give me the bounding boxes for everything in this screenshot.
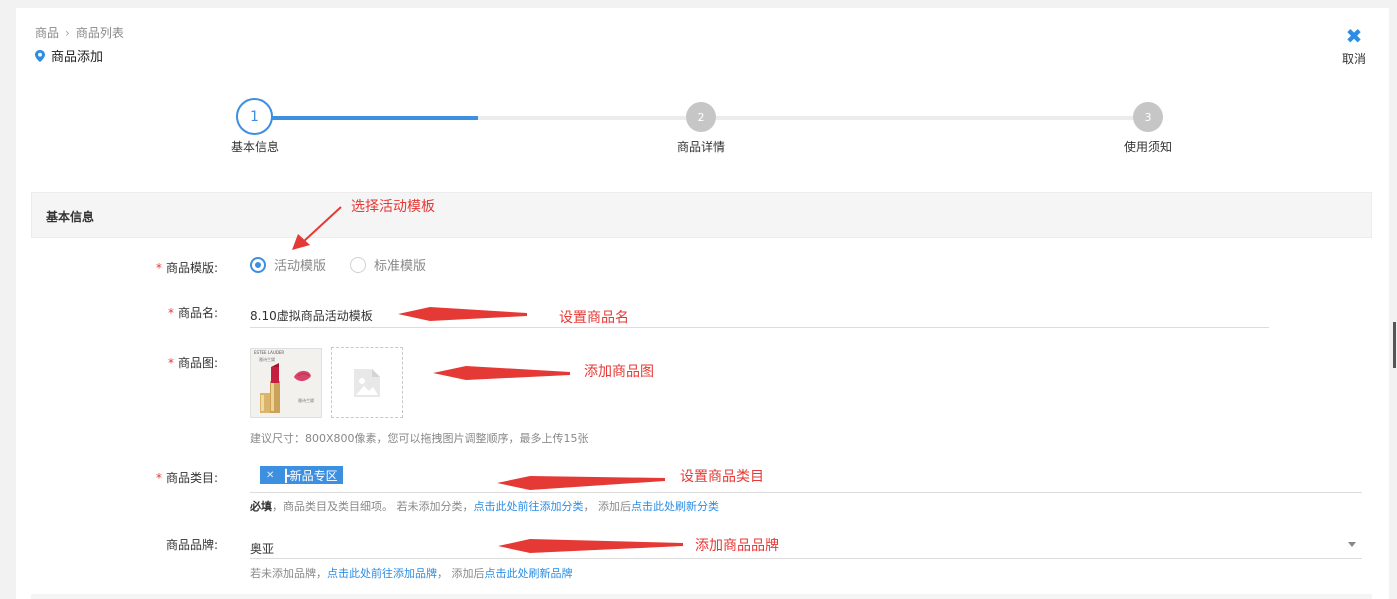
template-radio-standard[interactable]: 标准模版 [350,255,426,274]
thumb-brand-sub: 雅诗兰黛 [259,357,275,362]
category-tag: ✕ ┣新品专区 [260,466,343,484]
required-marker: * [167,306,174,320]
thumb-brand-top: ESTEE LAUDER [254,350,285,355]
step-1-label: 基本信息 [230,140,280,154]
cancel-button[interactable]: ✖ 取消 [1338,26,1370,67]
refresh-category-link[interactable]: 点击此处刷新分类 [631,500,719,513]
required-marker: * [167,356,174,370]
breadcrumb: 商品 › 商品列表 [35,24,124,41]
radio-checked-icon [250,256,266,273]
brand-select[interactable]: 奥亚 [250,536,1362,559]
step-1-circle: 1 [236,98,273,135]
location-pin-icon [35,49,45,62]
template-radio-activity[interactable]: 活动模版 [250,255,326,274]
category-label-text: 商品类目: [165,471,218,485]
image-placeholder-icon [354,368,380,397]
section-header: 基本信息 [31,192,1372,238]
step-3-circle: 3 [1133,102,1163,132]
category-tag-text: ┣新品专区 [282,468,338,483]
image-label-text: 商品图: [177,356,218,370]
image-size-hint: 建议尺寸：800X800像素，您可以拖拽图片调整顺序，最多上传15张 [250,432,589,445]
tag-remove-icon[interactable]: ✕ [266,470,274,481]
product-image-thumbnail[interactable]: ESTEE LAUDER 雅诗兰黛 雅诗兰黛 [250,348,322,418]
step-progress-fill [254,116,478,120]
image-label: * 商品图: [98,354,218,371]
breadcrumb-current[interactable]: 商品列表 [76,26,124,40]
breadcrumb-separator: › [65,26,70,40]
step-2-label: 商品详情 [676,140,726,154]
annotation-category: 设置商品类目 [680,469,764,485]
add-category-link[interactable]: 点击此处前往添加分类 [474,500,584,513]
required-marker: * [155,471,162,485]
annotation-image: 添加商品图 [584,364,654,380]
page-title: 商品添加 [51,50,104,65]
brand-selected-value: 奥亚 [250,542,275,556]
brand-label: 商品品牌: [165,538,218,552]
page-title-row: 商品添加 [35,46,103,65]
category-hint-required: 必填 [250,500,272,513]
category-hint: 必填，商品类目及类目细项。 若未添加分类，点击此处前往添加分类， 添加后点击此处… [250,498,719,514]
cancel-label: 取消 [1341,52,1366,66]
template-label-text: 商品模版: [165,261,218,275]
product-name-input[interactable] [250,305,1269,328]
category-hint-text: ，商品类目及类目细项。 若未添加分类， [272,500,474,513]
annotation-name: 设置商品名 [559,310,629,326]
image-upload-button[interactable] [331,347,403,418]
required-marker: * [155,261,162,275]
name-label-text: 商品名: [177,306,218,320]
category-hint-mid: ， 添加后 [583,500,632,513]
brand-hint: 若未添加品牌，点击此处前往添加品牌， 添加后点击此处刷新品牌 [250,565,573,581]
template-option-activity: 活动模版 [274,259,327,274]
radio-unchecked-icon [350,256,366,273]
section-title: 基本信息 [46,210,95,224]
refresh-brand-link[interactable]: 点击此处刷新品牌 [485,567,573,580]
category-select[interactable] [250,464,1362,493]
annotation-template: 选择活动模板 [351,199,435,215]
step-3-label: 使用须知 [1123,140,1173,154]
step-2-circle: 2 [686,102,716,132]
caret-down-icon [1348,542,1356,547]
template-label: * 商品模版: [98,259,218,276]
template-option-standard: 标准模版 [374,259,427,274]
breadcrumb-root[interactable]: 商品 [35,26,59,40]
category-tag-value: 新品专区 [289,468,338,483]
brand-hint-text: 若未添加品牌， [250,567,327,580]
brand-hint-mid: ， 添加后 [437,567,485,580]
close-icon: ✖ [1345,24,1363,48]
name-label: * 商品名: [98,304,218,321]
scrollbar-thumb[interactable] [1393,322,1396,368]
thumb-caption: 雅诗兰黛 [298,398,314,403]
next-section-header [31,594,1372,599]
add-brand-link[interactable]: 点击此处前往添加品牌 [327,567,437,580]
annotation-brand: 添加商品品牌 [695,538,779,554]
category-label: * 商品类目: [98,469,218,486]
